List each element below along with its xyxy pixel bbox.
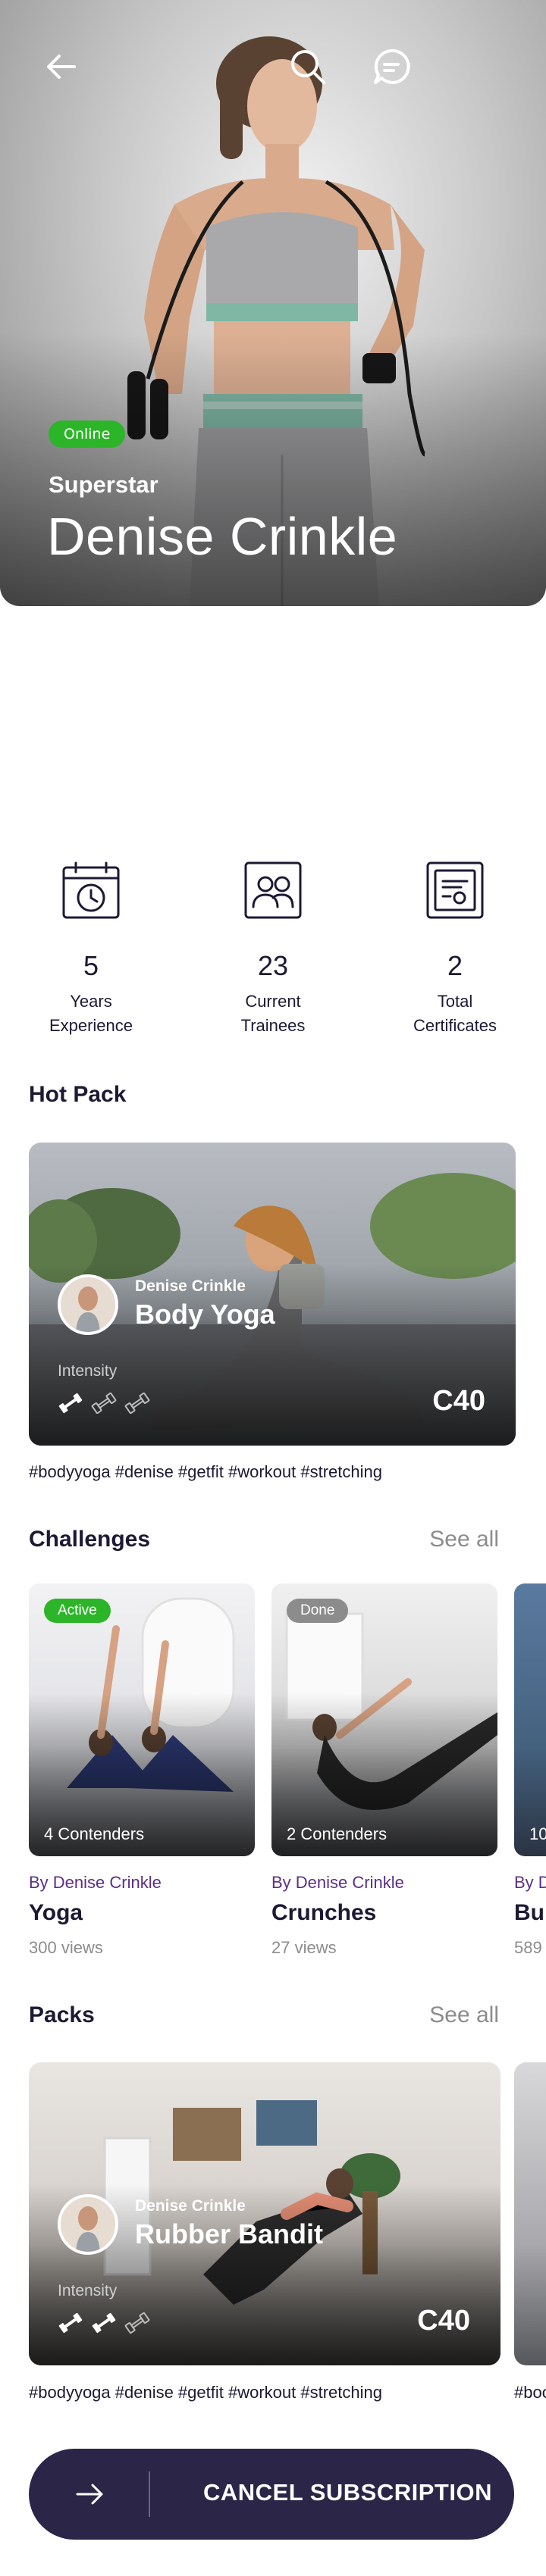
challenge-status-badge: Done [287, 1599, 349, 1623]
back-button[interactable] [39, 45, 82, 88]
followers-stat[interactable]: 458 Followers [17, 652, 168, 752]
pack-intensity [58, 2312, 150, 2334]
followers-count: 458 [53, 655, 132, 708]
follow-button[interactable]: Follow [379, 652, 531, 752]
challenge-views: 300 views [29, 1938, 103, 1957]
challenge-card-partial[interactable]: 10 [514, 1583, 546, 1856]
challenge-card-yoga[interactable]: Active 4 Contenders [29, 1583, 255, 1856]
hot-pack-intensity [58, 1393, 150, 1414]
follow-label: Follow [427, 732, 483, 752]
certificate-icon [426, 861, 484, 919]
hot-pack-name: Body Yoga [135, 1299, 275, 1330]
group-icon [244, 861, 302, 919]
profile-subtitle: Superstar [49, 471, 158, 498]
challenge-status-badge: Active [44, 1599, 111, 1623]
certificates-feature: 2 Total Certificates [379, 860, 531, 1038]
chat-bubble-icon [374, 48, 410, 84]
challenge-views: 27 views [271, 1938, 337, 1957]
status-badge: Online [49, 420, 126, 448]
challenges-see-all[interactable]: See all [429, 1527, 499, 1552]
challenges-title: Challenges [29, 1527, 151, 1552]
trainees-value: 23 [257, 950, 289, 981]
challenge-views: 589 [514, 1938, 542, 1957]
experience-feature: 5 Years Experience [15, 860, 167, 1038]
experience-value: 5 [83, 950, 99, 981]
hot-pack-price: C40 [432, 1385, 485, 1417]
add-user-icon [430, 655, 482, 712]
hot-pack-title: Hot Pack [29, 1082, 127, 1107]
packs-see-all[interactable]: See all [429, 2002, 499, 2028]
pack-price: C40 [417, 2305, 470, 2337]
pack-avatar [58, 2194, 118, 2255]
arrow-left-icon [47, 55, 76, 79]
packs-title: Packs [29, 2002, 95, 2027]
following-stat[interactable]: 324 Following [197, 652, 349, 752]
profile-name: Denise Crinkle [47, 507, 398, 566]
search-icon [291, 50, 325, 84]
dumbbell-icon [58, 2312, 83, 2334]
hot-pack-avatar [58, 1274, 118, 1335]
trainees-label-line2: Trainees [240, 1016, 306, 1035]
pack-name: Rubber Bandit [135, 2218, 323, 2249]
dumbbell-icon [124, 1393, 150, 1414]
challenge-title: Bur [514, 1900, 546, 1925]
hot-pack-intensity-label: Intensity [58, 1362, 118, 1380]
experience-label-line2: Experience [49, 1016, 133, 1035]
followers-label: Followers [52, 732, 133, 752]
pack-card-partial[interactable] [514, 2062, 546, 2365]
hot-pack-tags: #bodyyoga #denise #getfit #workout #stre… [29, 1462, 382, 1481]
dumbbell-icon [91, 1393, 117, 1414]
pack-tags-partial: #boc [514, 2383, 546, 2402]
following-count: 324 [234, 655, 312, 708]
cancel-subscription-button[interactable]: CANCEL SUBSCRIPTION [29, 2449, 514, 2540]
certificates-label-line1: Total [437, 992, 473, 1011]
hot-pack-author: Denise Crinkle [135, 1277, 246, 1295]
trainees-feature: 23 Current Trainees [197, 860, 349, 1038]
arrow-right-icon [76, 2484, 103, 2505]
chat-button[interactable] [370, 45, 413, 88]
hot-pack-card[interactable]: Denise Crinkle Body Yoga Intensity C40 [29, 1143, 516, 1446]
challenge-contenders: 4 Contenders [44, 1824, 145, 1843]
challenge-card-crunches[interactable]: Done 2 Contenders [271, 1583, 497, 1856]
challenge-author: By Denise Crinkle [29, 1873, 162, 1892]
challenge-title: Yoga [29, 1900, 83, 1925]
search-button[interactable] [287, 45, 329, 88]
certificates-value: 2 [447, 950, 463, 981]
following-label: Following [232, 732, 314, 752]
cancel-subscription-label: CANCEL SUBSCRIPTION [203, 2479, 492, 2506]
pack-author: Denise Crinkle [135, 2197, 246, 2215]
pack-card[interactable]: Denise Crinkle Rubber Bandit Intensity C… [29, 2062, 500, 2365]
profile-hero: Online Superstar Denise Crinkle [0, 0, 546, 606]
challenge-contenders: 10 [529, 1824, 546, 1843]
challenge-title: Crunches [271, 1900, 377, 1925]
challenge-author: By Denise Crinkle [271, 1873, 404, 1892]
pack-intensity-label: Intensity [58, 2282, 118, 2299]
experience-label-line1: Years [70, 992, 112, 1011]
dumbbell-icon [58, 1393, 83, 1414]
button-divider [149, 2471, 150, 2517]
calendar-clock-icon [62, 861, 120, 919]
certificates-label-line2: Certificates [413, 1016, 497, 1035]
challenge-contenders: 2 Contenders [287, 1824, 388, 1843]
dumbbell-icon [92, 2312, 116, 2334]
dumbbell-icon [124, 2312, 150, 2334]
pack-tags: #bodyyoga #denise #getfit #workout #stre… [29, 2383, 382, 2402]
challenge-author: By D [514, 1873, 546, 1892]
trainees-label-line1: Current [245, 992, 301, 1011]
